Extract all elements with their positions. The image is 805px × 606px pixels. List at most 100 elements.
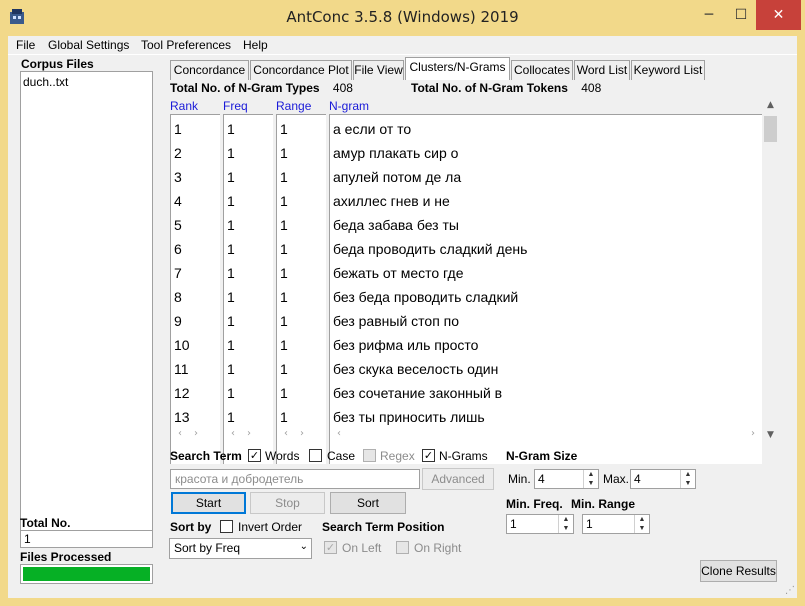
rank-column[interactable]: 1 2 3 4 5 6 7 8 9 10 11 12 13 <box>170 114 220 464</box>
table-cell-ngram[interactable]: без ты приносить лишь <box>333 409 485 425</box>
table-cell-rank[interactable]: 6 <box>174 241 182 257</box>
scroll-left-icon[interactable]: ‹ <box>225 428 241 439</box>
table-cell-rank[interactable]: 9 <box>174 313 182 329</box>
table-cell-rank[interactable]: 4 <box>174 193 182 209</box>
spin-down-icon[interactable]: ▼ <box>559 524 573 533</box>
scroll-left-icon[interactable]: ‹ <box>172 428 188 439</box>
table-cell-freq[interactable]: 1 <box>227 265 235 281</box>
table-cell-ngram[interactable]: беда забава без ты <box>333 217 459 233</box>
table-cell-ngram[interactable]: без равный стоп по <box>333 313 459 329</box>
tab-concordance-plot[interactable]: Concordance Plot <box>250 60 352 80</box>
start-button[interactable]: Start <box>171 492 246 514</box>
table-cell-range[interactable]: 1 <box>280 385 288 401</box>
table-cell-ngram[interactable]: без беда проводить сладкий <box>333 289 518 305</box>
ngram-max-stepper[interactable]: 4 ▲ ▼ <box>630 469 696 489</box>
table-cell-range[interactable]: 1 <box>280 265 288 281</box>
invert-order-checkbox[interactable] <box>220 520 233 533</box>
tab-concordance[interactable]: Concordance <box>170 60 249 80</box>
results-vertical-scrollbar[interactable]: ▲ ▼ <box>762 98 779 444</box>
table-cell-range[interactable]: 1 <box>280 337 288 353</box>
table-cell-freq[interactable]: 1 <box>227 193 235 209</box>
table-cell-rank[interactable]: 2 <box>174 145 182 161</box>
spin-up-icon[interactable]: ▲ <box>584 470 598 479</box>
ngram-min-stepper[interactable]: 4 ▲ ▼ <box>534 469 599 489</box>
stop-button[interactable]: Stop <box>250 492 325 514</box>
ngram-column[interactable]: а если от то амур плакать сир о апулей пот… <box>329 114 762 464</box>
table-cell-ngram[interactable]: бежать от место где <box>333 265 463 281</box>
table-cell-ngram[interactable]: апулей потом де ла <box>333 169 461 185</box>
tab-collocates[interactable]: Collocates <box>511 60 573 80</box>
regex-checkbox[interactable] <box>363 449 376 462</box>
table-cell-freq[interactable]: 1 <box>227 313 235 329</box>
scroll-right-icon[interactable]: › <box>241 428 257 439</box>
table-cell-rank[interactable]: 3 <box>174 169 182 185</box>
table-cell-rank[interactable]: 8 <box>174 289 182 305</box>
corpus-file-item[interactable]: duch..txt <box>23 75 68 89</box>
spin-up-icon[interactable]: ▲ <box>559 515 573 524</box>
table-cell-ngram[interactable]: без скука веселость один <box>333 361 498 377</box>
scroll-up-icon[interactable]: ▲ <box>762 100 779 110</box>
tab-clusters-ngrams[interactable]: Clusters/N-Grams <box>405 57 510 80</box>
corpus-file-list[interactable]: duch..txt <box>20 71 153 541</box>
spin-down-icon[interactable]: ▼ <box>584 479 598 488</box>
scroll-right-icon[interactable]: › <box>188 428 204 439</box>
menu-file[interactable]: File <box>16 38 35 52</box>
table-cell-freq[interactable]: 1 <box>227 289 235 305</box>
table-cell-ngram[interactable]: амур плакать сир о <box>333 145 458 161</box>
column-header-ngram[interactable]: N-gram <box>329 99 369 113</box>
table-cell-freq[interactable]: 1 <box>227 145 235 161</box>
table-cell-freq[interactable]: 1 <box>227 385 235 401</box>
scroll-down-icon[interactable]: ▼ <box>762 430 779 440</box>
column-header-rank[interactable]: Rank <box>170 99 198 113</box>
range-column[interactable]: 1 1 1 1 1 1 1 1 1 1 1 1 1 <box>276 114 326 464</box>
case-checkbox[interactable] <box>309 449 322 462</box>
menu-global-settings[interactable]: Global Settings <box>48 38 129 52</box>
table-cell-freq[interactable]: 1 <box>227 121 235 137</box>
tab-file-view[interactable]: File View <box>353 60 404 80</box>
scroll-right-icon[interactable]: › <box>294 428 310 439</box>
minimize-button[interactable]: ─ <box>693 0 725 30</box>
menu-help[interactable]: Help <box>243 38 268 52</box>
scroll-thumb[interactable] <box>764 116 777 142</box>
scroll-left-icon[interactable]: ‹ <box>278 428 294 439</box>
table-cell-ngram[interactable]: беда проводить сладкий день <box>333 241 527 257</box>
spin-up-icon[interactable]: ▲ <box>681 470 695 479</box>
spin-down-icon[interactable]: ▼ <box>681 479 695 488</box>
table-cell-rank[interactable]: 12 <box>174 385 190 401</box>
tab-keyword-list[interactable]: Keyword List <box>631 60 705 80</box>
table-cell-rank[interactable]: 13 <box>174 409 190 425</box>
column-header-range[interactable]: Range <box>276 99 311 113</box>
maximize-button[interactable]: ☐ <box>725 0 757 30</box>
table-cell-ngram[interactable]: ахиллес гнев и не <box>333 193 450 209</box>
freq-horizontal-scrollbar[interactable]: ‹ › <box>225 428 257 442</box>
table-cell-range[interactable]: 1 <box>280 289 288 305</box>
table-cell-rank[interactable]: 10 <box>174 337 190 353</box>
tab-word-list[interactable]: Word List <box>574 60 630 80</box>
sort-button[interactable]: Sort <box>330 492 406 514</box>
resize-grip-icon[interactable]: ⋰ <box>785 585 795 596</box>
table-cell-range[interactable]: 1 <box>280 145 288 161</box>
range-horizontal-scrollbar[interactable]: ‹ › <box>278 428 310 442</box>
min-freq-stepper[interactable]: 1 ▲ ▼ <box>506 514 574 534</box>
table-cell-rank[interactable]: 1 <box>174 121 182 137</box>
table-cell-freq[interactable]: 1 <box>227 337 235 353</box>
table-cell-range[interactable]: 1 <box>280 313 288 329</box>
freq-column[interactable]: 1 1 1 1 1 1 1 1 1 1 1 1 1 <box>223 114 273 464</box>
close-button[interactable]: ✕ <box>756 0 801 30</box>
scroll-left-icon[interactable]: ‹ <box>331 428 347 439</box>
menu-tool-preferences[interactable]: Tool Preferences <box>141 38 231 52</box>
column-header-freq[interactable]: Freq <box>223 99 248 113</box>
table-cell-ngram[interactable]: без сочетание законный в <box>333 385 502 401</box>
search-term-input[interactable]: красота и добродетель <box>170 469 420 489</box>
advanced-button[interactable]: Advanced <box>422 468 494 490</box>
sort-by-select[interactable]: Sort by Freq ⌄ <box>169 538 312 559</box>
table-cell-freq[interactable]: 1 <box>227 361 235 377</box>
table-cell-rank[interactable]: 11 <box>174 361 189 377</box>
words-checkbox[interactable]: ✓ <box>248 449 261 462</box>
table-cell-rank[interactable]: 7 <box>174 265 182 281</box>
table-cell-range[interactable]: 1 <box>280 217 288 233</box>
table-cell-range[interactable]: 1 <box>280 169 288 185</box>
clone-results-button[interactable]: Clone Results <box>700 560 777 582</box>
table-cell-freq[interactable]: 1 <box>227 217 235 233</box>
table-cell-freq[interactable]: 1 <box>227 241 235 257</box>
